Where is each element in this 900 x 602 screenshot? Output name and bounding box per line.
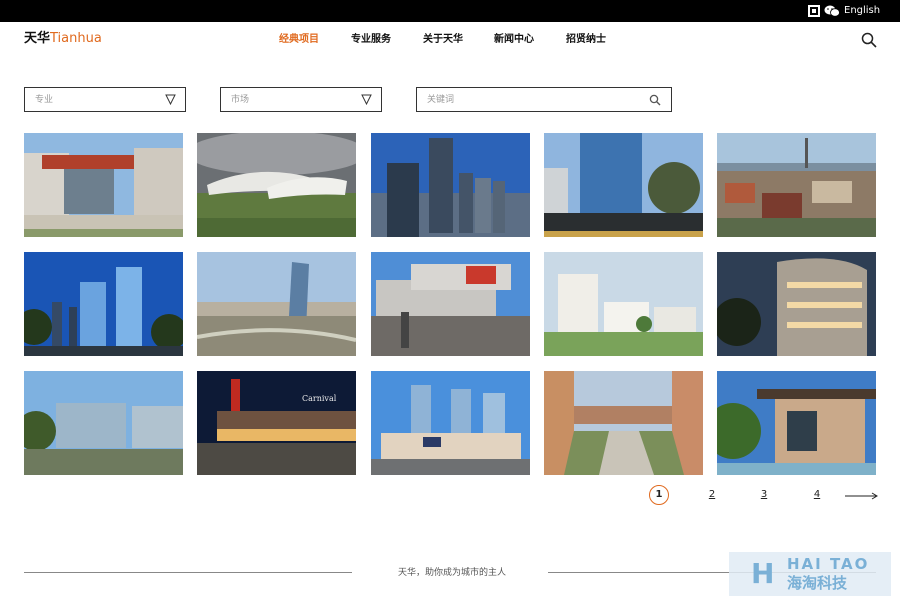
nav-news[interactable]: 新闻中心 xyxy=(494,33,534,47)
watermark-line2: 海淘科技 xyxy=(787,574,848,592)
project-image xyxy=(24,371,183,475)
page-3-link[interactable]: 3 xyxy=(758,488,770,502)
project-image xyxy=(717,252,876,356)
project-image xyxy=(544,133,703,237)
page-4-link[interactable]: 4 xyxy=(811,488,823,502)
footer-divider-left xyxy=(24,572,352,573)
nav-classic-projects[interactable]: 经典项目 xyxy=(279,33,319,47)
wechat-icon[interactable] xyxy=(824,4,840,18)
project-image xyxy=(24,133,183,237)
market-placeholder: 市场 xyxy=(231,95,250,105)
project-thumbnail[interactable] xyxy=(717,371,876,475)
project-thumbnail[interactable] xyxy=(544,133,703,237)
page-2-link[interactable]: 2 xyxy=(706,488,718,502)
search-icon[interactable] xyxy=(861,32,877,48)
project-thumbnail[interactable] xyxy=(24,133,183,237)
qr-code-icon[interactable] xyxy=(808,5,820,17)
long-arrow-right-icon[interactable] xyxy=(845,490,878,502)
project-image xyxy=(197,252,356,356)
project-image xyxy=(371,371,530,475)
discipline-placeholder: 专业 xyxy=(35,95,54,105)
project-thumbnail[interactable] xyxy=(717,252,876,356)
discipline-select[interactable]: 专业 xyxy=(24,87,186,112)
keyword-input[interactable] xyxy=(417,88,671,111)
project-image xyxy=(197,133,356,237)
project-thumbnail[interactable] xyxy=(371,133,530,237)
search-icon[interactable] xyxy=(649,94,661,106)
project-image: Carnival xyxy=(197,371,356,475)
svg-text:Carnival: Carnival xyxy=(302,394,337,403)
project-image xyxy=(544,252,703,356)
project-image xyxy=(717,133,876,237)
project-thumbnail[interactable] xyxy=(24,252,183,356)
market-select[interactable]: 市场 xyxy=(220,87,382,112)
watermark-line1: HAI TAO xyxy=(787,555,870,573)
project-image xyxy=(544,371,703,475)
nav-services[interactable]: 专业服务 xyxy=(351,33,391,47)
watermark-letter: H xyxy=(751,557,775,590)
nav-careers[interactable]: 招贤纳士 xyxy=(566,33,606,47)
project-thumbnail[interactable] xyxy=(544,371,703,475)
project-image xyxy=(371,252,530,356)
language-switch[interactable]: English xyxy=(844,5,880,17)
project-image xyxy=(24,252,183,356)
project-thumbnail[interactable] xyxy=(371,252,530,356)
project-image xyxy=(717,371,876,475)
watermark-logo: H HAI TAO 海淘科技 xyxy=(729,552,891,596)
logo[interactable]: 天华Tianhua xyxy=(24,31,102,47)
triangle-down-icon xyxy=(165,94,176,105)
project-thumbnail[interactable] xyxy=(544,252,703,356)
project-thumbnail[interactable] xyxy=(24,371,183,475)
footer-slogan: 天华，助你成为城市的主人 xyxy=(398,568,507,578)
logo-cn: 天华 xyxy=(24,31,51,46)
project-thumbnail[interactable] xyxy=(197,252,356,356)
project-image xyxy=(371,133,530,237)
header: 天华Tianhua 经典项目 专业服务 关于天华 新闻中心 招贤纳士 xyxy=(0,22,900,62)
project-thumbnail[interactable]: Carnival xyxy=(197,371,356,475)
project-thumbnail[interactable] xyxy=(371,371,530,475)
top-bar: English xyxy=(0,0,900,22)
page-1-current[interactable]: 1 xyxy=(649,485,669,505)
triangle-down-icon xyxy=(361,94,372,105)
project-thumbnail[interactable] xyxy=(197,133,356,237)
nav-about[interactable]: 关于天华 xyxy=(423,33,463,47)
project-thumbnail[interactable] xyxy=(717,133,876,237)
keyword-search xyxy=(416,87,672,112)
logo-en: Tianhua xyxy=(50,31,102,46)
